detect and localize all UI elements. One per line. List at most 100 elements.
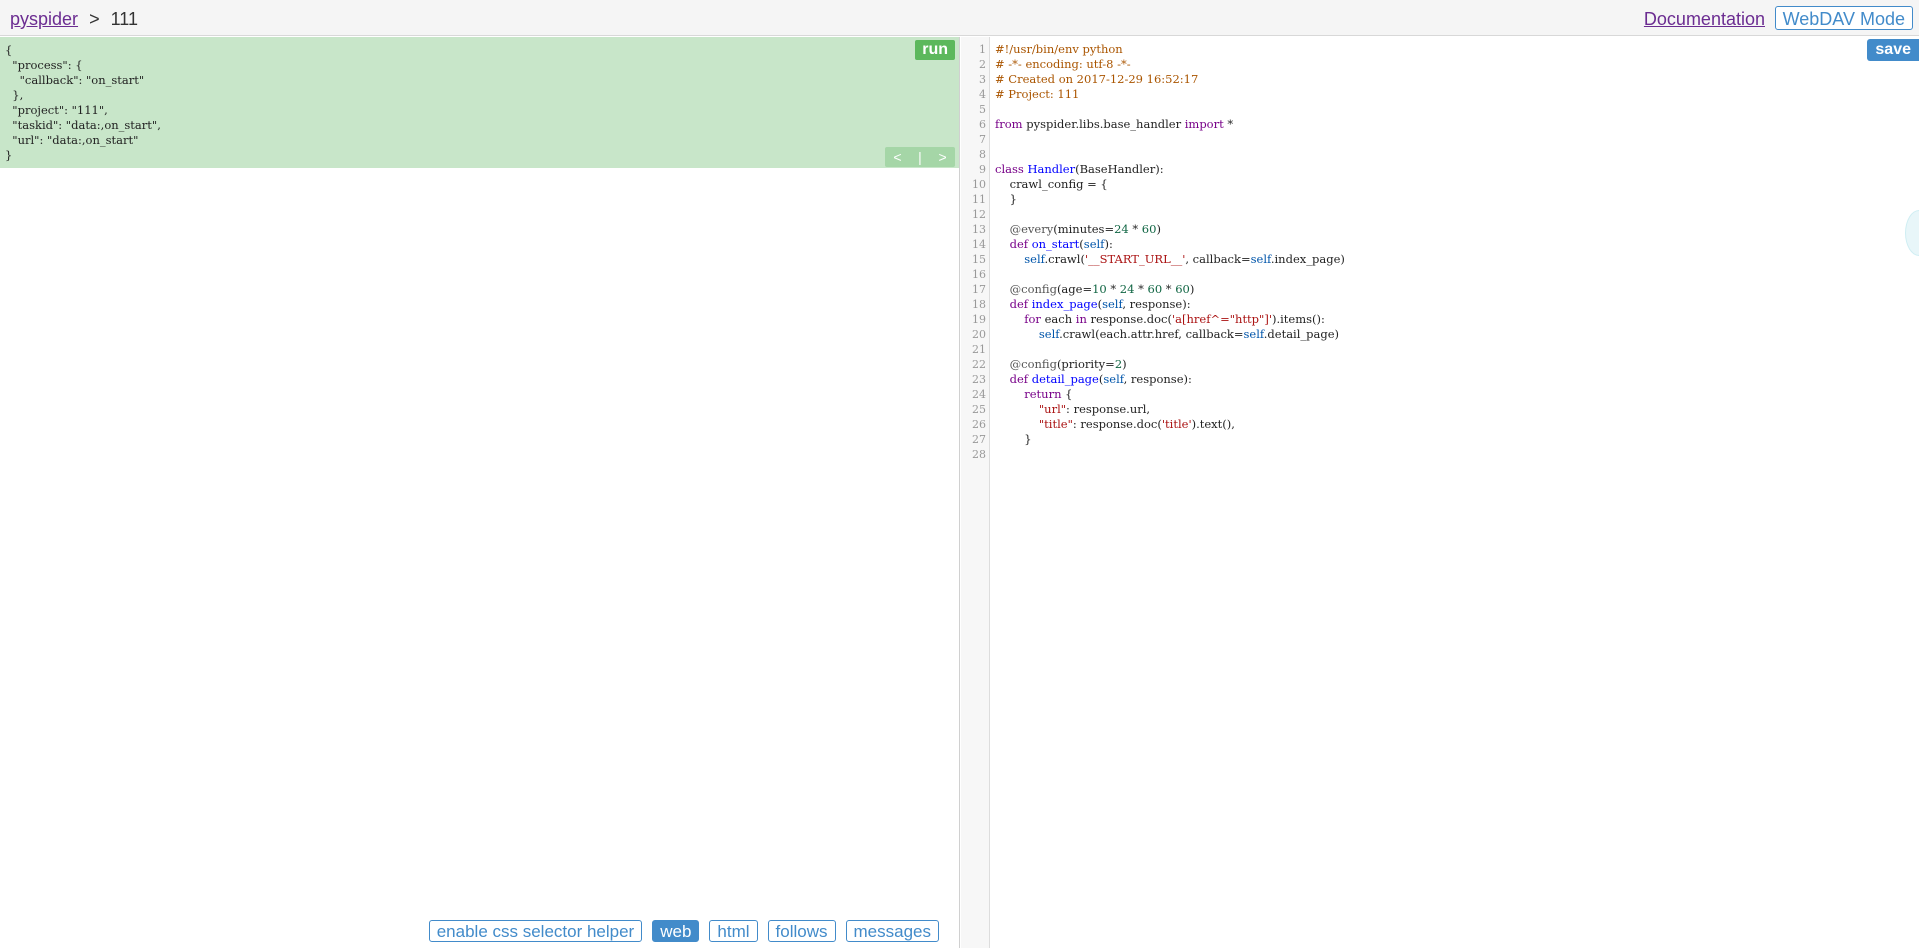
code-text: return { — [1024, 387, 1073, 401]
code-text: from pyspider.libs.base_handler import * — [995, 117, 1234, 131]
code-line[interactable]: 26 "title": response.doc('title').text()… — [961, 417, 1919, 432]
code-text: } — [995, 432, 1032, 446]
code-text: @config(priority=2) — [1009, 357, 1127, 371]
tab-follows[interactable]: follows — [767, 920, 836, 942]
next-task-button[interactable]: > — [938, 147, 946, 167]
task-json-line: "process": { — [5, 58, 83, 72]
code-line[interactable]: 4 # Project: 111 — [961, 87, 1919, 102]
line-number: 8 — [979, 148, 986, 161]
line-number: 20 — [972, 328, 986, 341]
code-line[interactable]: 6 from pyspider.libs.base_handler import … — [961, 117, 1919, 132]
code-area[interactable]: 1 #!/usr/bin/env python 2 # -*- encoding: u… — [961, 42, 1919, 462]
code-text: #!/usr/bin/env python — [995, 42, 1123, 56]
line-number: 5 — [979, 103, 986, 116]
run-button[interactable]: run — [915, 40, 955, 60]
line-number: 13 — [972, 223, 986, 236]
line-number: 6 — [979, 118, 986, 131]
prev-task-button[interactable]: < — [893, 147, 901, 167]
code-text: self.crawl('__START_URL__', callback=sel… — [1024, 252, 1345, 266]
code-line[interactable]: 16 — [961, 267, 1919, 282]
code-line[interactable]: 2 # -*- encoding: utf-8 -*- — [961, 57, 1919, 72]
tab-html[interactable]: html — [709, 920, 758, 942]
code-text: } — [995, 192, 1017, 206]
line-number: 26 — [972, 418, 986, 431]
code-text: @every(minutes=24 * 60) — [1009, 222, 1161, 236]
code-text: # Created on 2017-12-29 16:52:17 — [995, 72, 1199, 86]
line-number: 1 — [979, 43, 986, 56]
line-number: 16 — [972, 268, 986, 281]
line-number: 3 — [979, 73, 986, 86]
webdav-mode-button[interactable]: WebDAV Mode — [1774, 6, 1913, 30]
code-line[interactable]: 13 @every(minutes=24 * 60) — [961, 222, 1919, 237]
line-number: 9 — [979, 163, 986, 176]
project-name: 111 — [110, 9, 138, 29]
code-text: "title": response.doc('title').text(), — [1038, 417, 1235, 431]
line-number: 24 — [972, 388, 986, 401]
documentation-link[interactable]: Documentation — [1644, 9, 1765, 30]
task-json-line: "callback": "on_start" — [5, 73, 145, 87]
line-number: 23 — [972, 373, 986, 386]
code-text: class Handler(BaseHandler): — [995, 162, 1164, 176]
task-json-line: }, — [5, 88, 24, 102]
code-line[interactable]: 8 — [961, 147, 1919, 162]
code-line[interactable]: 14 def on_start(self): — [961, 237, 1919, 252]
tab-web[interactable]: web — [652, 920, 700, 942]
code-editor[interactable]: 1 #!/usr/bin/env python 2 # -*- encoding: u… — [961, 37, 1919, 948]
css-selector-helper-button[interactable]: enable css selector helper — [428, 920, 643, 942]
task-json[interactable]: { "process": { "callback": "on_start" },… — [5, 43, 161, 163]
line-number: 19 — [972, 313, 986, 326]
code-text: def on_start(self): — [1009, 237, 1113, 251]
task-json-line: { — [5, 43, 13, 57]
breadcrumb-separator: > — [89, 9, 100, 29]
code-line[interactable]: 23 def detail_page(self, response): — [961, 372, 1919, 387]
code-line[interactable]: 15 self.crawl('__START_URL__', callback=… — [961, 252, 1919, 267]
nav-divider: | — [918, 149, 922, 165]
task-panel[interactable]: { "process": { "callback": "on_start" },… — [0, 37, 959, 168]
code-text: crawl_config = { — [995, 177, 1108, 191]
code-line[interactable]: 9 class Handler(BaseHandler): — [961, 162, 1919, 177]
code-text: "url": response.url, — [1038, 402, 1151, 416]
line-number: 12 — [972, 208, 986, 221]
task-history-nav: < | > — [885, 147, 955, 167]
code-line[interactable]: 17 @config(age=10 * 24 * 60 * 60) — [961, 282, 1919, 297]
code-line[interactable]: 3 # Created on 2017-12-29 16:52:17 — [961, 72, 1919, 87]
code-text: # -*- encoding: utf-8 -*- — [995, 57, 1131, 71]
code-line[interactable]: 25 "url": response.url, — [961, 402, 1919, 417]
code-line[interactable]: 7 — [961, 132, 1919, 147]
line-number: 14 — [972, 238, 986, 251]
code-line[interactable]: 27 } — [961, 432, 1919, 447]
code-text: for each in response.doc('a[href^="http"… — [1024, 312, 1325, 326]
line-number: 22 — [972, 358, 986, 371]
code-line[interactable]: 11 } — [961, 192, 1919, 207]
line-number: 7 — [979, 133, 986, 146]
task-json-line: "url": "data:,on_start" — [5, 133, 139, 147]
tab-messages[interactable]: messages — [845, 920, 939, 942]
result-tab-bar: enable css selector helper web html foll… — [428, 920, 939, 942]
code-text: def detail_page(self, response): — [1009, 372, 1192, 386]
code-line[interactable]: 28 — [961, 447, 1919, 462]
line-number: 2 — [979, 58, 986, 71]
code-line[interactable]: 19 for each in response.doc('a[href^="ht… — [961, 312, 1919, 327]
save-button[interactable]: save — [1867, 39, 1919, 61]
task-json-line: } — [5, 148, 13, 162]
code-line[interactable]: 12 — [961, 207, 1919, 222]
line-number: 25 — [972, 403, 986, 416]
code-line[interactable]: 21 — [961, 342, 1919, 357]
code-line[interactable]: 18 def index_page(self, response): — [961, 297, 1919, 312]
code-line[interactable]: 24 return { — [961, 387, 1919, 402]
code-line[interactable]: 22 @config(priority=2) — [961, 357, 1919, 372]
line-number: 21 — [972, 343, 986, 356]
line-number: 10 — [972, 178, 986, 191]
pyspider-home-link[interactable]: pyspider — [10, 9, 78, 29]
line-number: 18 — [972, 298, 986, 311]
code-text: # Project: 111 — [995, 87, 1080, 101]
code-text: def index_page(self, response): — [1009, 297, 1191, 311]
code-line[interactable]: 1 #!/usr/bin/env python — [961, 42, 1919, 57]
code-text: self.crawl(each.attr.href, callback=self… — [1038, 327, 1340, 341]
task-json-line: "taskid": "data:,on_start", — [5, 118, 161, 132]
code-line[interactable]: 10 crawl_config = { — [961, 177, 1919, 192]
code-line[interactable]: 5 — [961, 102, 1919, 117]
debug-pane: { "process": { "callback": "on_start" },… — [0, 37, 960, 948]
line-number: 15 — [972, 253, 986, 266]
code-line[interactable]: 20 self.crawl(each.attr.href, callback=s… — [961, 327, 1919, 342]
